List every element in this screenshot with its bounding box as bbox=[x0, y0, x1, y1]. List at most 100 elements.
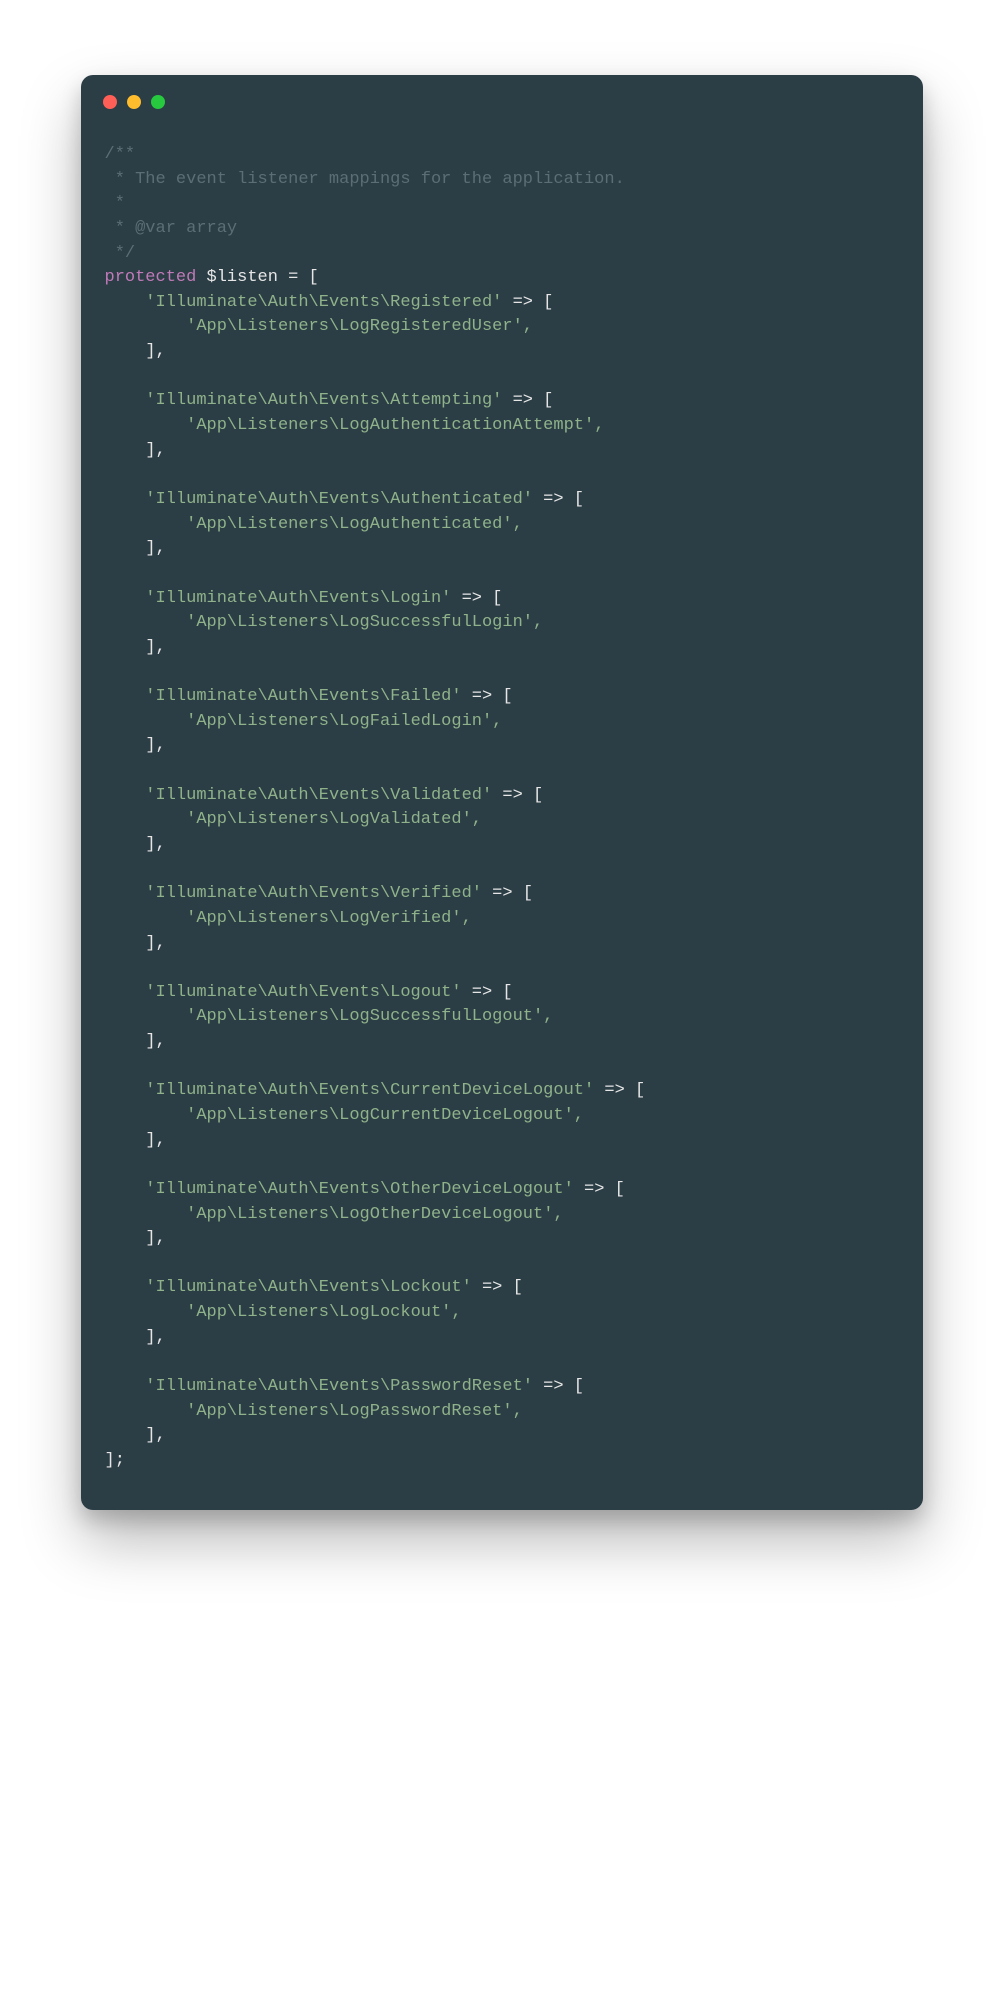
string-quote-open: ' bbox=[105, 589, 156, 608]
comment-line: * bbox=[105, 194, 125, 213]
code-line: ], bbox=[105, 1030, 899, 1055]
code-line: 'App\Listeners\LogCurrentDeviceLogout', bbox=[105, 1104, 899, 1129]
string-quote-open: ' bbox=[105, 416, 197, 435]
code-line: ], bbox=[105, 833, 899, 858]
string-quote-open: ' bbox=[105, 1081, 156, 1100]
code-line: 'Illuminate\Auth\Events\Verified' => [ bbox=[105, 882, 899, 907]
code-line: 'Illuminate\Auth\Events\PasswordReset' =… bbox=[105, 1375, 899, 1400]
string-quote-close-comma: ', bbox=[462, 810, 482, 829]
blank-line bbox=[105, 858, 899, 883]
string-quote-close: ' bbox=[482, 786, 492, 805]
blank-line bbox=[105, 956, 899, 981]
comment-close: */ bbox=[105, 244, 136, 263]
string-quote-close-comma: ', bbox=[584, 416, 604, 435]
code-line: 'App\Listeners\LogLockout', bbox=[105, 1301, 899, 1326]
arrow-open-bracket: => [ bbox=[533, 490, 584, 509]
code-line: 'Illuminate\Auth\Events\Attempting' => [ bbox=[105, 389, 899, 414]
string-quote-close: ' bbox=[523, 490, 533, 509]
listener-class: App\Listeners\LogVerified bbox=[196, 909, 451, 928]
string-quote-open: ' bbox=[105, 1278, 156, 1297]
string-quote-close: ' bbox=[462, 1278, 472, 1297]
string-quote-close: ' bbox=[584, 1081, 594, 1100]
code-line: /** bbox=[105, 143, 899, 168]
close-bracket-comma: ], bbox=[145, 1032, 165, 1051]
string-quote-close: ' bbox=[451, 983, 461, 1002]
code-line: * The event listener mappings for the ap… bbox=[105, 168, 899, 193]
event-class: Illuminate\Auth\Events\PasswordReset bbox=[156, 1377, 523, 1396]
string-quote-open: ' bbox=[105, 1303, 197, 1322]
code-line: 'Illuminate\Auth\Events\Login' => [ bbox=[105, 587, 899, 612]
string-quote-open: ' bbox=[105, 1180, 156, 1199]
code-line: 'Illuminate\Auth\Events\OtherDeviceLogou… bbox=[105, 1178, 899, 1203]
listener-class: App\Listeners\LogFailedLogin bbox=[196, 712, 482, 731]
comment-line: * The event listener mappings for the ap… bbox=[105, 170, 625, 189]
event-class: Illuminate\Auth\Events\Logout bbox=[156, 983, 452, 1002]
code-line: ], bbox=[105, 1129, 899, 1154]
string-quote-close: ' bbox=[451, 687, 461, 706]
string-quote-open: ' bbox=[105, 884, 156, 903]
arrow-open-bracket: => [ bbox=[451, 589, 502, 608]
string-quote-open: ' bbox=[105, 1402, 197, 1421]
indent bbox=[105, 1032, 146, 1051]
blank-line bbox=[105, 759, 899, 784]
event-class: Illuminate\Auth\Events\OtherDeviceLogout bbox=[156, 1180, 564, 1199]
code-line: ], bbox=[105, 1326, 899, 1351]
indent bbox=[105, 638, 146, 657]
event-class: Illuminate\Auth\Events\Registered bbox=[156, 293, 493, 312]
keyword-protected: protected bbox=[105, 268, 197, 287]
minimize-icon[interactable] bbox=[127, 95, 141, 109]
code-line: 'App\Listeners\LogVerified', bbox=[105, 907, 899, 932]
string-quote-open: ' bbox=[105, 317, 197, 336]
comment-line: * @var array bbox=[105, 219, 238, 238]
variable-listen: $listen bbox=[207, 268, 278, 287]
code-line: 'Illuminate\Auth\Events\Logout' => [ bbox=[105, 981, 899, 1006]
close-bracket-comma: ], bbox=[145, 441, 165, 460]
arrow-open-bracket: => [ bbox=[472, 1278, 523, 1297]
indent bbox=[105, 441, 146, 460]
close-icon[interactable] bbox=[103, 95, 117, 109]
string-quote-open: ' bbox=[105, 983, 156, 1002]
string-quote-open: ' bbox=[105, 1205, 197, 1224]
event-class: Illuminate\Auth\Events\Lockout bbox=[156, 1278, 462, 1297]
equals-bracket: = [ bbox=[278, 268, 319, 287]
string-quote-close-comma: ', bbox=[502, 515, 522, 534]
string-quote-open: ' bbox=[105, 515, 197, 534]
code-line: protected $listen = [ bbox=[105, 266, 899, 291]
string-quote-open: ' bbox=[105, 712, 197, 731]
code-line: ], bbox=[105, 340, 899, 365]
arrow-open-bracket: => [ bbox=[574, 1180, 625, 1199]
string-quote-close-comma: ', bbox=[502, 1402, 522, 1421]
arrow-open-bracket: => [ bbox=[594, 1081, 645, 1100]
listener-class: App\Listeners\LogLockout bbox=[196, 1303, 441, 1322]
close-bracket-comma: ], bbox=[145, 342, 165, 361]
string-quote-close: ' bbox=[492, 293, 502, 312]
code-line: 'Illuminate\Auth\Events\Registered' => [ bbox=[105, 291, 899, 316]
indent bbox=[105, 342, 146, 361]
event-class: Illuminate\Auth\Events\Attempting bbox=[156, 391, 493, 410]
blank-line bbox=[105, 1055, 899, 1080]
code-line: 'Illuminate\Auth\Events\Validated' => [ bbox=[105, 784, 899, 809]
string-quote-open: ' bbox=[105, 293, 156, 312]
code-line: * bbox=[105, 192, 899, 217]
string-quote-close: ' bbox=[564, 1180, 574, 1199]
code-line: ], bbox=[105, 636, 899, 661]
blank-line bbox=[105, 1153, 899, 1178]
maximize-icon[interactable] bbox=[151, 95, 165, 109]
code-line: 'Illuminate\Auth\Events\Lockout' => [ bbox=[105, 1276, 899, 1301]
string-quote-open: ' bbox=[105, 909, 197, 928]
string-quote-open: ' bbox=[105, 391, 156, 410]
code-line: 'App\Listeners\LogAuthenticationAttempt'… bbox=[105, 414, 899, 439]
arrow-open-bracket: => [ bbox=[502, 391, 553, 410]
code-line: 'App\Listeners\LogOtherDeviceLogout', bbox=[105, 1203, 899, 1228]
arrow-open-bracket: => [ bbox=[462, 687, 513, 706]
string-quote-open: ' bbox=[105, 1106, 197, 1125]
code-line: ], bbox=[105, 1424, 899, 1449]
code-line: ], bbox=[105, 1227, 899, 1252]
string-quote-close-comma: ', bbox=[523, 613, 543, 632]
code-line: 'App\Listeners\LogFailedLogin', bbox=[105, 710, 899, 735]
code-line: */ bbox=[105, 242, 899, 267]
string-quote-open: ' bbox=[105, 687, 156, 706]
code-line: ], bbox=[105, 932, 899, 957]
blank-line bbox=[105, 660, 899, 685]
string-quote-close-comma: ', bbox=[543, 1205, 563, 1224]
